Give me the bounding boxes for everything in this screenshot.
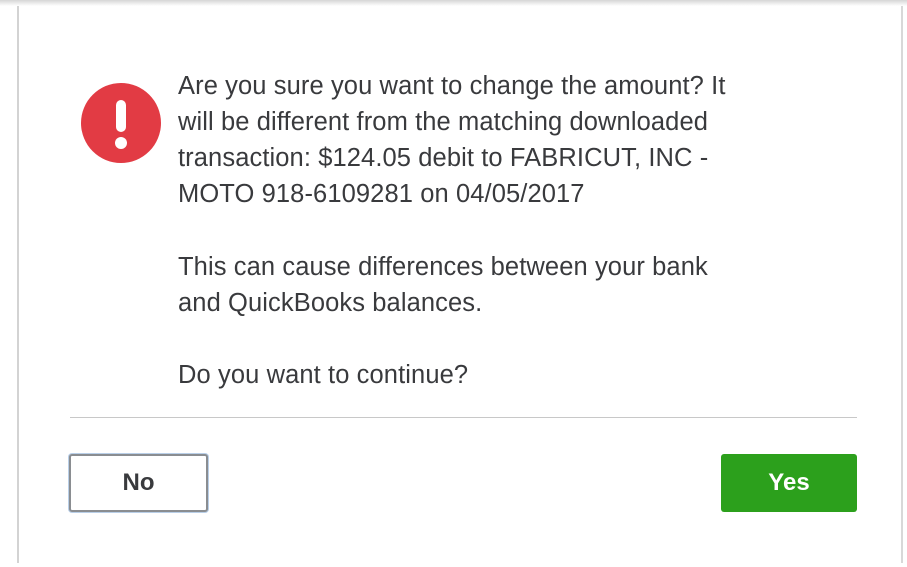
confirmation-dialog: Are you sure you want to change the amou… <box>0 0 907 567</box>
warning-line: This can cause differences between your … <box>178 253 708 281</box>
dialog-top-edge <box>0 0 907 6</box>
no-button[interactable]: No <box>69 454 208 512</box>
message-line: will be different from the matching down… <box>178 108 709 136</box>
button-divider <box>70 417 857 418</box>
dialog-message: Are you sure you want to change the amou… <box>178 68 838 393</box>
exclamation-bar <box>116 100 126 132</box>
warning-line: and QuickBooks balances. <box>178 289 483 317</box>
message-line: MOTO 918-6109281 on 04/05/2017 <box>178 180 585 208</box>
message-line: transaction: $124.05 debit to FABRICUT, … <box>178 144 709 172</box>
yes-button[interactable]: Yes <box>721 454 857 512</box>
continue-question: Do you want to continue? <box>178 361 469 389</box>
exclamation-dot <box>115 137 127 149</box>
dialog-left-border <box>17 6 19 563</box>
dialog-right-border <box>901 6 903 563</box>
message-line: Are you sure you want to change the amou… <box>178 72 726 100</box>
exclamation-alert-icon <box>81 83 161 163</box>
